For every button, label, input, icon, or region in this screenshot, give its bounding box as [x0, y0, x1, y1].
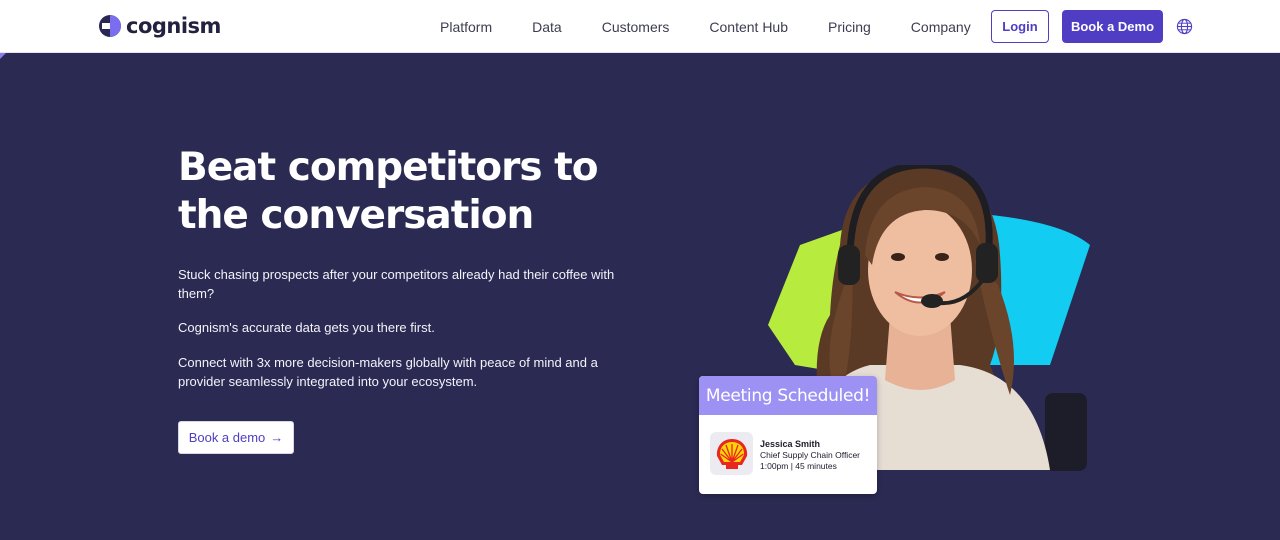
- left-eye: [891, 253, 905, 261]
- contact-name: Jessica Smith: [760, 439, 821, 449]
- hero-paragraph-2: Cognism's accurate data gets you there f…: [178, 320, 435, 335]
- shell-logo-icon: [716, 438, 747, 469]
- hero-paragraph-3: Connect with 3x more decision-makers glo…: [178, 355, 598, 389]
- nav-pricing[interactable]: Pricing: [808, 19, 891, 35]
- nav-company[interactable]: Company: [891, 19, 991, 35]
- shell-logo-box: [710, 432, 753, 475]
- cta-label: Book a demo: [188, 430, 266, 445]
- meeting-time: 1:00pm | 45 minutes: [760, 461, 837, 471]
- hero-title: Beat competitors to the conversation: [178, 144, 638, 240]
- nav-data[interactable]: Data: [512, 19, 582, 35]
- brand-name: cognism: [126, 14, 221, 38]
- meeting-card: Meeting Scheduled! Jessica Smith Chief S…: [699, 376, 877, 494]
- hero-paragraph-1: Stuck chasing prospects after your compe…: [178, 267, 615, 301]
- corner-decoration: [0, 53, 6, 59]
- globe-icon[interactable]: [1176, 18, 1193, 35]
- cognism-logo-icon: [99, 15, 121, 37]
- arrow-right-icon: →: [270, 430, 284, 445]
- nav-platform[interactable]: Platform: [420, 19, 512, 35]
- nav-content-hub[interactable]: Content Hub: [689, 19, 808, 35]
- hero-title-line-2: the conversation: [178, 193, 534, 238]
- contact-role: Chief Supply Chain Officer: [760, 450, 861, 460]
- chair: [1045, 393, 1087, 471]
- headset-right-cup: [976, 243, 998, 283]
- headset-left-cup: [838, 245, 860, 285]
- site-header: cognism Platform Data Customers Content …: [0, 0, 1280, 53]
- headset-mic: [921, 294, 943, 308]
- meeting-card-body: Jessica Smith Chief Supply Chain Officer…: [699, 415, 877, 494]
- nav-customers[interactable]: Customers: [582, 19, 690, 35]
- login-button[interactable]: Login: [991, 10, 1049, 43]
- hero-title-line-1: Beat competitors to: [178, 145, 599, 190]
- meeting-card-heading: Meeting Scheduled!: [699, 376, 877, 415]
- book-a-demo-cta[interactable]: Book a demo →: [178, 421, 294, 454]
- book-demo-button[interactable]: Book a Demo: [1062, 10, 1163, 43]
- right-eye: [935, 253, 949, 261]
- cognism-logo[interactable]: cognism: [98, 12, 221, 40]
- main-nav: Platform Data Customers Content Hub Pric…: [420, 0, 991, 53]
